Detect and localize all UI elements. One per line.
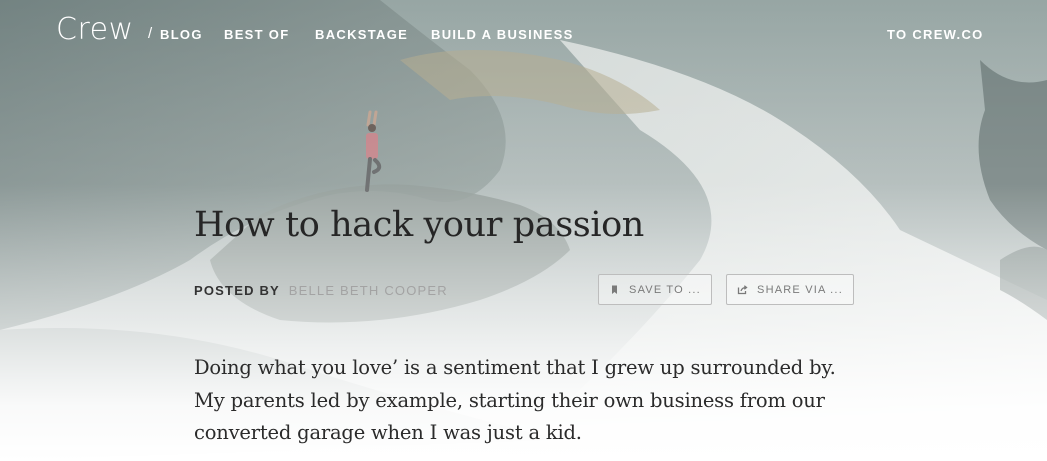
share-icon xyxy=(737,284,748,295)
article-lead-paragraph: Doing what you love’ is a sentiment that… xyxy=(194,352,836,450)
share-via-label: SHARE VIA ... xyxy=(757,283,843,296)
save-to-label: SAVE TO ... xyxy=(629,283,701,296)
crew-logo[interactable]: Crew xyxy=(56,12,134,47)
author-link[interactable]: BELLE BETH COOPER xyxy=(289,283,448,298)
posted-by-label: POSTED BY xyxy=(194,283,280,298)
nav-link-blog[interactable]: BLOG xyxy=(160,27,203,42)
nav-link-to-crew-co[interactable]: TO CREW.CO xyxy=(887,27,984,42)
lead-line: My parents led by example, starting thei… xyxy=(194,388,825,412)
bookmark-icon xyxy=(609,284,620,295)
save-to-button[interactable]: SAVE TO ... xyxy=(598,274,712,305)
top-navigation: Crew / BLOG BEST OF BACKSTAGE BUILD A BU… xyxy=(0,0,1047,70)
lead-line: converted garage when I was just a kid. xyxy=(194,421,582,444)
nav-link-backstage[interactable]: BACKSTAGE xyxy=(315,27,408,42)
nav-link-build-a-business[interactable]: BUILD A BUSINESS xyxy=(431,27,574,42)
nav-link-best-of[interactable]: BEST OF xyxy=(224,27,289,42)
article-byline: POSTED BY BELLE BETH COOPER xyxy=(194,283,448,298)
share-via-button[interactable]: SHARE VIA ... xyxy=(726,274,854,305)
nav-separator: / xyxy=(148,25,153,42)
lead-line: Doing what you love’ is a sentiment that… xyxy=(194,356,836,379)
article-title: How to hack your passion xyxy=(194,205,644,245)
